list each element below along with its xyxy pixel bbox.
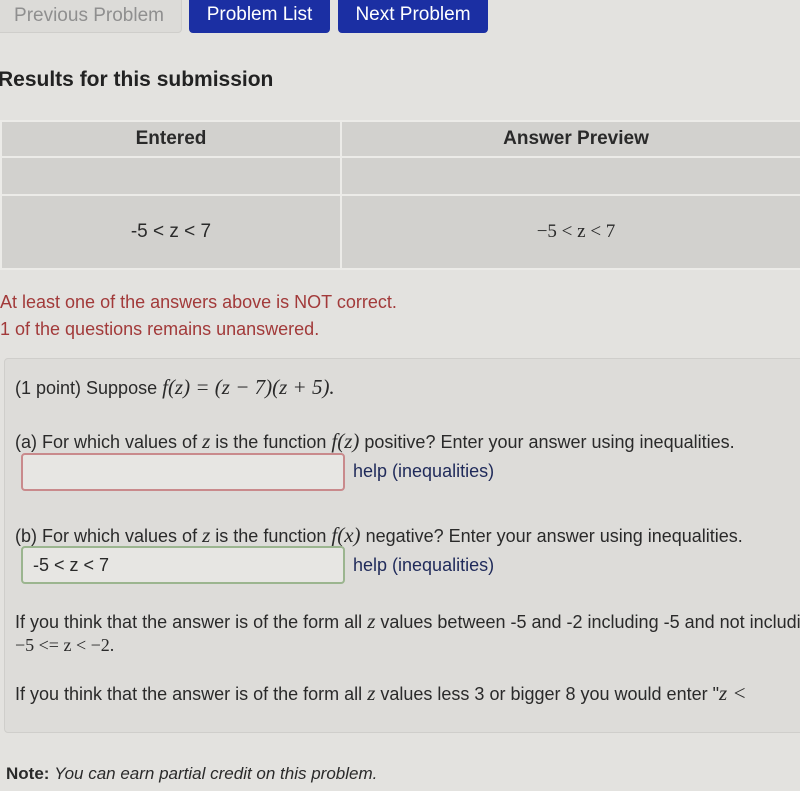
hint-2: If you think that the answer is of the f…: [15, 681, 747, 706]
part-b-func: f(x): [331, 523, 361, 547]
preview-math: −5 < z < 7: [536, 221, 616, 242]
entered-cell: -5 < z < 7: [0, 194, 342, 270]
column-header-answer-preview: Answer Preview: [340, 120, 800, 158]
part-a-question: (a) For which values of z is the functio…: [15, 429, 735, 454]
hint-2-prefix: If you think that the answer is of the f…: [15, 684, 363, 704]
part-a-help-link[interactable]: help (inequalities): [353, 461, 494, 482]
part-b-middle: is the function: [215, 526, 327, 546]
part-a-func: f(z): [331, 429, 360, 453]
function-math: f(z) = (z − 7)(z + 5).: [162, 375, 335, 399]
part-a-answer-input[interactable]: [21, 453, 345, 491]
part-b-suffix: negative? Enter your answer using inequa…: [365, 526, 743, 546]
part-b-question: (b) For which values of z is the functio…: [15, 523, 743, 548]
table-row: -5 < z < 7 −5 < z < 7: [0, 194, 800, 270]
hint-2-suffix: values less 3 or bigger 8 you would ente…: [380, 684, 719, 704]
preview-cell: [340, 156, 800, 196]
hint-1-math: −5 <= z < −2.: [15, 635, 115, 655]
previous-problem-button[interactable]: Previous Problem: [0, 0, 182, 33]
next-problem-button[interactable]: Next Problem: [338, 0, 488, 33]
note-text: You can earn partial credit on this prob…: [54, 764, 378, 783]
part-a-prefix: (a) For which values of: [15, 432, 198, 452]
part-a-suffix: positive? Enter your answer using inequa…: [364, 432, 735, 452]
note-label: Note:: [6, 764, 50, 783]
part-b-help-link[interactable]: help (inequalities): [353, 555, 494, 576]
problem-list-button[interactable]: Problem List: [189, 0, 330, 33]
column-header-entered: Entered: [0, 120, 342, 158]
problem-navigation: Previous Problem Problem List Next Probl…: [0, 0, 800, 34]
part-a-middle: is the function: [215, 432, 327, 452]
hint-1-suffix: values between -5 and -2 including -5 an…: [380, 612, 800, 632]
unanswered-message: 1 of the questions remains unanswered.: [0, 319, 320, 339]
incorrect-message: At least one of the answers above is NOT…: [0, 292, 397, 312]
part-a-var: z: [202, 429, 211, 453]
entered-cell: [0, 156, 342, 196]
partial-credit-note: Note: You can earn partial credit on thi…: [6, 764, 377, 784]
results-table: Entered Answer Preview -5 < z < 7 −5 < z…: [0, 120, 800, 270]
hint-1-example: −5 <= z < −2.: [15, 635, 114, 656]
results-header-row: Entered Answer Preview: [0, 120, 800, 158]
hint-1-prefix: If you think that the answer is of the f…: [15, 612, 363, 632]
problem-statement: (1 point) Suppose f(z) = (z − 7)(z + 5).: [15, 375, 335, 400]
preview-cell: −5 < z < 7: [340, 194, 800, 270]
results-title: Results for this submission: [0, 68, 274, 91]
hint-2-math: z <: [718, 681, 747, 705]
problem-box: (1 point) Suppose f(z) = (z − 7)(z + 5).…: [4, 358, 800, 733]
part-b-prefix: (b) For which values of: [15, 526, 198, 546]
function-definition: f(z) = (z − 7)(z + 5).: [162, 375, 335, 399]
hint-1: If you think that the answer is of the f…: [15, 609, 800, 634]
hint-1-var: z: [367, 609, 376, 633]
part-b-var: z: [202, 523, 211, 547]
part-b-answer-input[interactable]: [21, 546, 345, 584]
hint-2-var: z: [367, 681, 376, 705]
points-label: (1 point) Suppose: [15, 378, 158, 398]
table-row: [0, 156, 800, 196]
